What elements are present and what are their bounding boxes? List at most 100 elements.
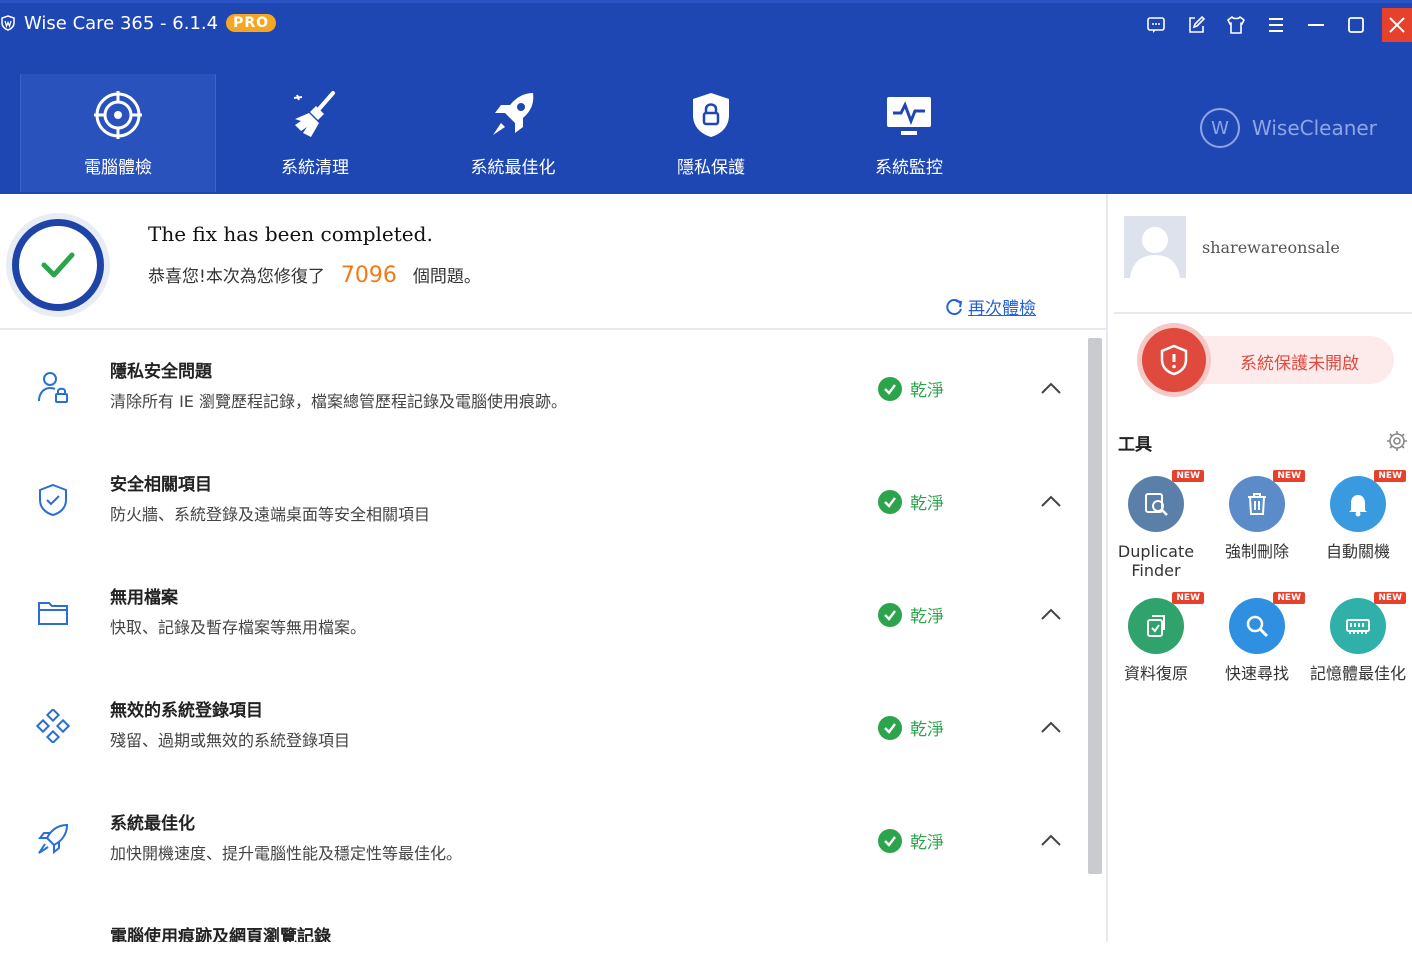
list-item-optimization[interactable]: 系統最佳化 加快開機速度、提升電腦性能及穩定性等最佳化。 乾淨 (0, 784, 1086, 897)
wisecleaner-brand[interactable]: W WiseCleaner (1200, 108, 1377, 148)
collapse-caret-icon[interactable] (1038, 717, 1064, 737)
minimize-button[interactable] (1296, 8, 1336, 42)
window-controls (1136, 8, 1412, 42)
fixed-count: 7096 (340, 263, 397, 288)
completed-badge (12, 219, 104, 311)
nav-system-clean[interactable]: 系統清理 (216, 74, 414, 192)
status-clean: 乾淨 (878, 489, 944, 514)
close-button[interactable] (1382, 8, 1412, 42)
username: sharewareonsale (1202, 237, 1340, 257)
tool-force-delete[interactable]: NEW 強制刪除 (1207, 470, 1307, 561)
avatar[interactable] (1124, 216, 1186, 278)
new-badge: NEW (1273, 470, 1305, 482)
tool-label: 資料復原 (1123, 664, 1188, 683)
tool-data-recovery[interactable]: NEW 資料復原 (1106, 592, 1206, 683)
checkup-items-list: 隱私安全問題 清除所有 IE 瀏覽歷程記錄，檔案總管歷程記錄及電腦使用痕跡。 乾… (0, 332, 1086, 942)
edit-button[interactable] (1176, 8, 1216, 42)
tool-auto-shutdown[interactable]: NEW 自動關機 (1308, 470, 1408, 561)
item-title: 隱私安全問題 (110, 362, 212, 382)
checkmark-icon (41, 252, 75, 278)
minimize-icon (1308, 24, 1324, 26)
status-clean: 乾淨 (878, 828, 944, 853)
user-lock-icon (38, 372, 68, 403)
status-clean: 乾淨 (878, 376, 944, 401)
protection-status-button[interactable]: 系統保護未開啟 (1142, 328, 1394, 392)
tool-label: 快速尋找 (1224, 664, 1289, 683)
nav-privacy-protect[interactable]: 隱私保護 (612, 74, 810, 192)
item-title: 系統最佳化 (110, 814, 195, 834)
rocket-outline-icon (37, 823, 69, 855)
brand-name: WiseCleaner (1252, 116, 1377, 140)
tool-label: 自動關機 (1325, 542, 1390, 561)
tools-title: 工具 (1118, 435, 1152, 455)
list-scrollbar[interactable] (1088, 338, 1102, 874)
status-label: 乾淨 (910, 381, 944, 401)
user-account[interactable]: sharewareonsale (1124, 216, 1340, 278)
item-description: 清除所有 IE 瀏覽歷程記錄，檔案總管歷程記錄及電腦使用痕跡。 (110, 392, 568, 411)
collapse-caret-icon[interactable] (1038, 830, 1064, 850)
check-circle-icon (878, 376, 902, 401)
edit-icon (1189, 15, 1206, 33)
item-title: 無用檔案 (110, 588, 178, 608)
list-item-junk-files[interactable]: 無用檔案 快取、記錄及暫存檔案等無用檔案。 乾淨 (0, 558, 1086, 671)
bell-icon (1349, 495, 1367, 517)
item-description: 殘留、過期或無效的系統登錄項目 (110, 731, 351, 750)
tool-icon-circle: NEW (1229, 592, 1305, 654)
check-circle-icon (878, 828, 902, 853)
collapse-caret-icon[interactable] (1038, 378, 1064, 398)
tool-memory-optimize[interactable]: NEW 記憶體最佳化 (1308, 592, 1408, 683)
shield-check-icon (39, 483, 67, 517)
item-title: 安全相關項目 (110, 475, 212, 495)
nav-system-optimize[interactable]: 系統最佳化 (414, 74, 612, 192)
new-badge: NEW (1172, 470, 1204, 482)
status-label: 乾淨 (910, 833, 944, 853)
tool-label: 記憶體最佳化 (1309, 664, 1406, 683)
skin-button[interactable] (1216, 8, 1256, 42)
list-item-registry[interactable]: 無效的系統登錄項目 殘留、過期或無效的系統登錄項目 乾淨 (0, 671, 1086, 784)
fix-message: 恭喜您!本次為您修復了 7096 個問題。 (148, 262, 481, 288)
fix-prefix: 恭喜您!本次為您修復了 (148, 267, 325, 287)
feedback-icon (1147, 17, 1165, 33)
feedback-button[interactable] (1136, 8, 1176, 42)
tool-icon-circle: NEW (1330, 470, 1406, 532)
item-description: 快取、記錄及暫存檔案等無用檔案。 (110, 618, 367, 637)
nav-label: 系統清理 (281, 157, 349, 178)
nav-label: 電腦體檢 (84, 157, 152, 178)
main-nav: 電腦體檢 系統清理 系統最佳化 隱私保護 系統監控 (20, 74, 1008, 192)
collapse-caret-icon[interactable] (1038, 491, 1064, 511)
status-clean: 乾淨 (878, 715, 944, 740)
item-description: 加快開機速度、提升電腦性能及穩定性等最佳化。 (110, 844, 463, 863)
nav-system-monitor[interactable]: 系統監控 (810, 74, 1008, 192)
check-circle-icon (878, 489, 902, 514)
privacy-shield-icon (693, 92, 729, 137)
list-item-security[interactable]: 安全相關項目 防火牆、系統登錄及遠端桌面等安全相關項目 乾淨 (0, 445, 1086, 558)
nav-pc-checkup[interactable]: 電腦體檢 (20, 74, 216, 192)
menu-button[interactable] (1256, 8, 1296, 42)
tool-quick-search[interactable]: NEW 快速尋找 (1207, 592, 1307, 683)
protection-status-label: 系統保護未開啟 (1240, 354, 1359, 374)
status-clean: 乾淨 (878, 602, 944, 627)
item-title: 電腦使用痕跡及網頁瀏覽記錄 (110, 927, 331, 942)
broom-icon (293, 90, 335, 137)
tool-icon-circle: NEW (1128, 470, 1204, 532)
data-recovery-icon (1147, 615, 1165, 637)
app-title: Wise Care 365 - 6.1.4 (24, 12, 219, 34)
recheck-label: 再次體檢 (968, 299, 1036, 319)
close-icon (1389, 17, 1405, 33)
default-avatar-icon (1124, 216, 1186, 278)
registry-icon (36, 709, 70, 743)
item-title: 無效的系統登錄項目 (110, 701, 263, 721)
collapse-caret-icon[interactable] (1038, 604, 1064, 624)
status-label: 乾淨 (910, 494, 944, 514)
recheck-link[interactable]: 再次體檢 (944, 294, 1036, 319)
gear-icon[interactable] (1386, 430, 1408, 452)
nav-label: 系統監控 (875, 157, 943, 178)
new-badge: NEW (1374, 470, 1406, 482)
protection-badge (1142, 328, 1206, 392)
list-item-usage-traces[interactable]: 電腦使用痕跡及網頁瀏覽記錄 (0, 897, 1086, 942)
maximize-button[interactable] (1336, 8, 1376, 42)
list-item-privacy[interactable]: 隱私安全問題 清除所有 IE 瀏覽歷程記錄，檔案總管歷程記錄及電腦使用痕跡。 乾… (0, 332, 1086, 445)
nav-label: 系統最佳化 (470, 157, 556, 178)
tool-duplicate-finder[interactable]: NEW Duplicate Finder (1106, 470, 1206, 580)
new-badge: NEW (1273, 592, 1305, 604)
